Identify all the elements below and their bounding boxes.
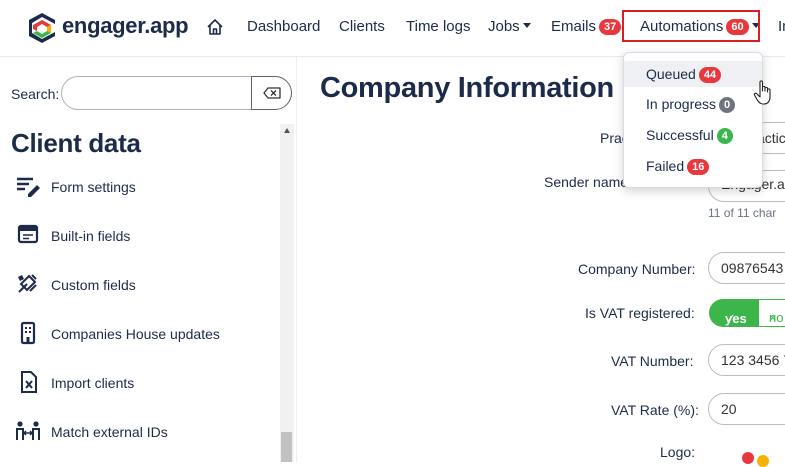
top-navbar: engager.app Dashboard Clients Time logs … [0,0,785,57]
hand-pointer-cursor-icon [753,80,771,105]
nav-jobs[interactable]: Jobs [488,18,531,35]
vat-registered-label: Is VAT registered: [585,305,695,321]
menu-item-failed[interactable]: Failed 16 [624,153,762,179]
failed-count-badge: 16 [687,159,710,175]
nav-time-logs[interactable]: Time logs [406,18,470,35]
menu-item-label: Queued [646,66,696,82]
clear-search-button[interactable] [251,76,292,110]
vat-yes-label: yes [725,311,747,326]
nav-jobs-label: Jobs [488,18,520,35]
sidebar-item-match-external-ids[interactable]: Match external IDs [15,419,275,445]
page-title: Company Information [320,72,614,104]
sender-name-char-count: 11 of 11 char [708,206,777,220]
nav-clients[interactable]: Clients [339,18,385,35]
building-icon [20,321,36,345]
sidebar-item-label: Form settings [51,179,136,195]
emails-count-badge: 37 [599,19,622,35]
nav-emails[interactable]: Emails 37 [551,18,622,35]
vat-yes-toggle[interactable]: ✓ yes [709,299,759,327]
scroll-up-arrow-icon[interactable] [284,128,290,133]
sidebar-item-label: Import clients [51,375,135,391]
chevron-down-icon [522,23,531,28]
menu-item-label: Failed [646,158,685,174]
sidebar-item-built-in-fields[interactable]: Built-in fields [15,223,275,249]
sidebar-item-form-settings[interactable]: Form settings [15,174,275,200]
vat-number-field[interactable]: 123 3456 7 [708,344,785,376]
company-number-label: Company Number: [578,261,696,277]
search-input[interactable] [61,76,261,110]
nav-dashboard[interactable]: Dashboard [247,18,320,35]
vat-rate-field[interactable]: 20 [708,393,785,425]
company-logo-image-part [757,455,769,467]
in-progress-count-badge: 0 [719,97,736,113]
custom-fields-icon [18,274,37,293]
vat-number-label: VAT Number: [611,353,694,369]
panel-divider [296,57,297,462]
menu-item-queued[interactable]: Queued 44 [624,61,762,87]
backspace-clear-icon [263,87,281,99]
automations-highlight-box [622,10,760,42]
built-in-fields-icon [17,224,39,244]
sidebar-item-custom-fields[interactable]: Custom fields [15,272,275,298]
match-users-icon [16,421,40,440]
successful-count-badge: 4 [716,128,733,144]
vat-no-label: no [769,310,784,325]
sidebar-scrollbar[interactable] [280,124,294,462]
menu-item-label: Successful [646,127,714,143]
form-settings-icon [17,177,40,197]
sidebar-item-label: Built-in fields [51,228,131,244]
import-file-icon [21,371,37,393]
menu-item-label: In progress [646,96,717,112]
engager-logo-icon[interactable] [27,12,57,44]
sidebar-item-label: Companies House updates [51,326,220,342]
search-label: Search: [11,86,60,102]
brand-name[interactable]: engager.app [62,13,189,39]
menu-item-in-progress[interactable]: In progress 0 [624,91,762,117]
sidebar-scroll-thumb[interactable] [281,432,292,462]
sidebar-item-import-clients[interactable]: Import clients [15,370,275,396]
menu-item-successful[interactable]: Successful 4 [624,122,762,148]
vat-rate-label: VAT Rate (%): [611,402,699,418]
sidebar-title: Client data [11,128,141,158]
logo-label: Logo: [660,444,696,460]
home-icon[interactable] [206,18,224,36]
sidebar-item-companies-house[interactable]: Companies House updates [15,321,275,347]
company-logo-image[interactable] [742,452,754,464]
automations-dropdown-menu: Queued 44 In progress 0 Successful 4 Failed… [623,52,763,188]
queued-count-badge: 44 [698,67,722,83]
sidebar-item-label: Custom fields [51,277,136,293]
nav-in-truncated[interactable]: In [778,18,785,35]
nav-emails-label: Emails [551,18,597,35]
vat-no-toggle[interactable]: × no [759,299,785,327]
company-number-field[interactable]: 09876543 [708,252,785,284]
sender-name-label: Sender name [544,174,629,190]
sidebar-item-label: Match external IDs [51,424,168,440]
